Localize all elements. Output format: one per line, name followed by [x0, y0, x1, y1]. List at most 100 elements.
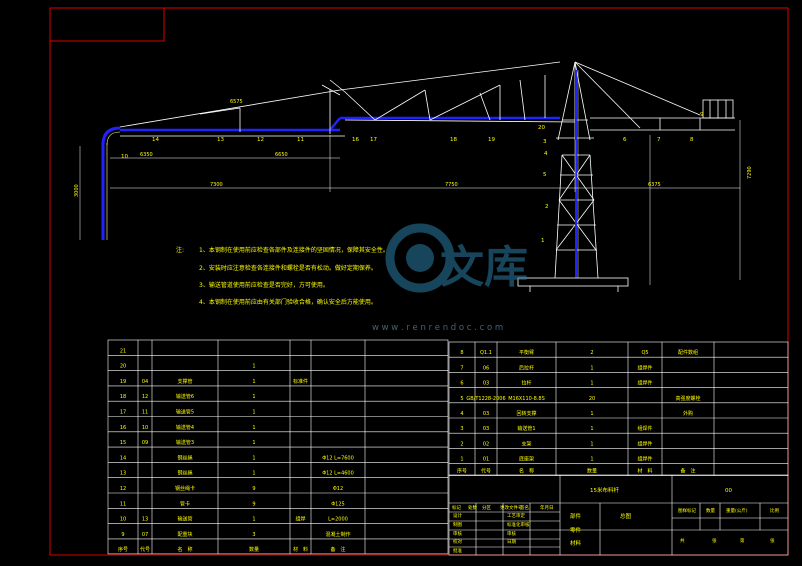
bom-left-table: 2120 119 04 支撑管 1 标准件18 12 输送管6 117 11 输送管5 116 10 输送…	[107, 339, 449, 555]
bom-cell-no: 15	[120, 440, 126, 446]
bom-right-table: 8 Q1.1 平衡臂 2 Q5 配件数组 7 06 后拉杆 1 组焊件 6 03 拉杆 1 组焊件 5 GB/T1…	[448, 341, 789, 476]
bom-cell-qty: 20	[589, 396, 595, 402]
bom-header-name: 名 称	[177, 546, 192, 553]
dim-mid-span: 7750	[445, 182, 458, 188]
bom-cell-no: 6	[460, 381, 463, 387]
bom-cell-code: 11	[142, 410, 148, 416]
bom-cell-no: 14	[120, 455, 126, 461]
balloon-label: 4	[544, 151, 548, 157]
bom-cell-qty: 1	[590, 457, 593, 463]
note-1: 1、本钢制在使用前应检查各部件及连接件的坚固情况，保障其安全性。	[199, 246, 389, 254]
bom-cell-mat: 组焊件	[637, 425, 652, 432]
bom-cell-no: 20	[120, 364, 126, 370]
bom-cell-qty: 9	[252, 501, 255, 507]
note-3: 3、输送管道使用前应检查是否完好，方可使用。	[199, 281, 329, 289]
title-mid-label: 日期	[507, 539, 516, 545]
boom-pipe	[120, 116, 560, 132]
bom-cell-name: 支撑管	[177, 378, 192, 385]
title-sheet-label: 第	[740, 537, 745, 544]
bom-header-mat: 材 料	[637, 468, 652, 475]
title-drawing-no: 00	[725, 488, 732, 494]
bom-cell-code: Q1.1	[480, 350, 492, 356]
bom-cell-no: 10	[120, 517, 126, 523]
bom-cell-mat: Q5	[641, 350, 648, 356]
title-part-label: 部件	[570, 512, 582, 520]
balloon-label: 20	[538, 125, 545, 131]
balloon-label: 16	[352, 137, 359, 143]
bom-cell-name: 输送管4	[176, 424, 194, 431]
balloon-label: 2	[545, 204, 549, 210]
bom-cell-no: 11	[120, 501, 126, 507]
title-sheet-label: 张	[712, 537, 717, 544]
dim-top-len: 6575	[230, 99, 243, 105]
bom-cell-remark: 混凝土制作	[325, 531, 350, 538]
balloon-label: 11	[297, 137, 304, 143]
title-role: 制图	[453, 521, 462, 528]
balloon-label: 10	[121, 154, 128, 160]
title-left-label: 年月日	[540, 504, 554, 511]
bom-cell-no: 16	[120, 425, 126, 431]
bom-header-remark: 备 注	[680, 468, 695, 475]
bom-cell-mat: 组焊件	[637, 364, 652, 371]
bom-cell-mat: 组焊件	[637, 456, 652, 463]
balloon-label: 9	[700, 112, 704, 118]
bom-cell-qty: 1	[252, 455, 255, 461]
title-left-label: 标记	[452, 504, 461, 511]
technical-notes: 注: 1、本钢制在使用前应检查各部件及连接件的坚固情况，保障其安全性。 2、安装…	[176, 246, 389, 306]
title-material-label: 材料	[570, 539, 582, 547]
watermark-brand: 文库	[440, 242, 528, 293]
bom-cell-name: 钢丝绳	[177, 454, 192, 461]
title-role: 校对	[453, 538, 462, 545]
bom-cell-name: 输送管3	[176, 439, 194, 446]
bom-cell-name: M16X110-8.8S	[508, 396, 545, 402]
bom-cell-remark: 配件数组	[678, 349, 698, 356]
bom-header-mat: 材 料	[293, 546, 308, 553]
bom-cell-no: 12	[120, 486, 126, 492]
bom-cell-name: 回转支撑	[516, 410, 536, 417]
title-role: 审核	[453, 530, 462, 537]
bom-cell-name: 后拉杆	[519, 364, 534, 371]
bom-header-qty: 数量	[587, 468, 597, 475]
bom-cell-remark: Φ12 L=4600	[322, 471, 354, 477]
bom-cell-no: 19	[120, 379, 126, 385]
watermark-url: w w w . r e n r e n d o c . c o m	[372, 323, 503, 333]
bom-cell-qty: 2	[590, 350, 593, 356]
bom-cell-remark: 外购	[683, 410, 693, 417]
title-mid-label: 审核	[507, 530, 516, 537]
bom-cell-no: 18	[120, 394, 126, 400]
balloon-label: 17	[370, 137, 377, 143]
balloon-label: 8	[690, 137, 694, 143]
title-part-no-label: 零件	[570, 526, 582, 534]
balloon-label: 13	[217, 137, 224, 143]
bom-header-remark: 备 注	[330, 546, 345, 553]
dim-left-span: 7300	[210, 182, 223, 188]
balloon-label: 7	[657, 137, 661, 143]
bom-header-code: 代号	[481, 468, 491, 475]
note-2: 2、安装时应注意检查各连接件和螺栓是否有松动。做好定期保养。	[199, 264, 377, 272]
title-mid-label: 标准化审核	[507, 521, 530, 528]
bom-cell-code: GB/T1228-2006	[466, 396, 505, 402]
title-col-label: 比例	[770, 507, 779, 514]
bom-cell-name: 拉杆	[521, 380, 531, 387]
title-sheet-label: 共	[680, 537, 685, 544]
bom-cell-code: 01	[483, 457, 489, 463]
counter-jib	[574, 61, 735, 131]
bom-cell-name: 输送管5	[176, 409, 194, 416]
dim-right-span: 6375	[648, 182, 661, 188]
title-block	[448, 474, 789, 556]
bom-header-code: 代号	[140, 546, 150, 553]
bom-cell-qty: 1	[252, 471, 255, 477]
bom-cell-no: 17	[120, 410, 126, 416]
bom-cell-name: 钢丝绳卡	[175, 485, 195, 492]
bom-cell-qty: 1	[590, 381, 593, 387]
notes-prefix: 注:	[176, 246, 184, 254]
bom-cell-no: 7	[460, 365, 463, 371]
bom-cell-remark: Φ12 L=7600	[322, 455, 354, 461]
title-col-label: 数量	[706, 507, 715, 514]
bom-cell-code: 03	[483, 411, 489, 417]
cad-drawing-canvas: 3000 6350 6650 7300 7750 6375 7290 6575 …	[49, 7, 789, 556]
bom-cell-qty: 1	[252, 440, 255, 446]
bom-cell-mat: 标准件	[293, 378, 308, 385]
balloon-label: 19	[488, 137, 495, 143]
title-left-label: 处数	[468, 504, 477, 511]
